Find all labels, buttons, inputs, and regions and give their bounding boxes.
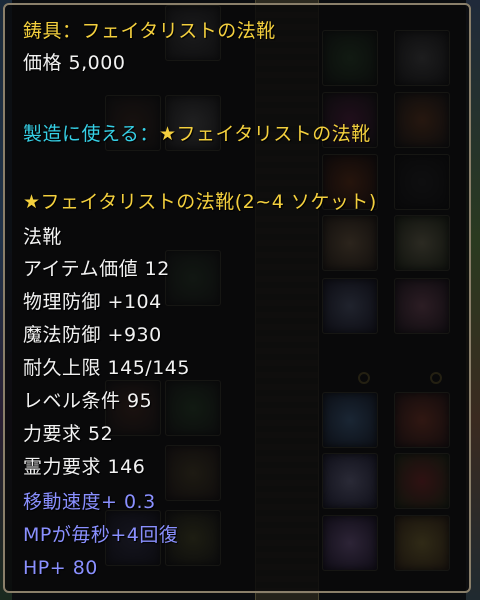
stat-line: 法靴 xyxy=(23,226,63,248)
stat-line: 耐久上限 145/145 xyxy=(23,357,190,379)
stat-line: 力要求 52 xyxy=(23,423,114,445)
bonus-line: MPが毎秒+4回復 xyxy=(23,524,179,546)
craft-line: 製造に使える：★フェイタリストの法靴 xyxy=(23,122,371,146)
bonus-line: 移動速度+ 0.3 xyxy=(23,491,156,513)
result-item-name: ★フェイタリストの法靴(2~4 ソケット) xyxy=(23,191,377,213)
item-tooltip: 鋳具：フェイタリストの法靴 価格 5,000 製造に使える：★フェイタリストの法… xyxy=(3,3,471,593)
stat-line: 霊力要求 146 xyxy=(23,456,146,478)
item-name: 鋳具：フェイタリストの法靴 xyxy=(23,20,276,42)
item-price: 価格 5,000 xyxy=(23,52,126,74)
stat-line: 物理防御 +104 xyxy=(23,291,162,313)
bonus-line: HP+ 80 xyxy=(23,557,98,579)
stat-line: レベル条件 95 xyxy=(23,390,153,412)
stat-line: 魔法防御 +930 xyxy=(23,324,162,346)
stat-line: アイテム価値 12 xyxy=(23,258,170,280)
craft-label: 製造に使える： xyxy=(23,123,159,145)
craft-item: ★フェイタリストの法靴 xyxy=(158,123,371,145)
